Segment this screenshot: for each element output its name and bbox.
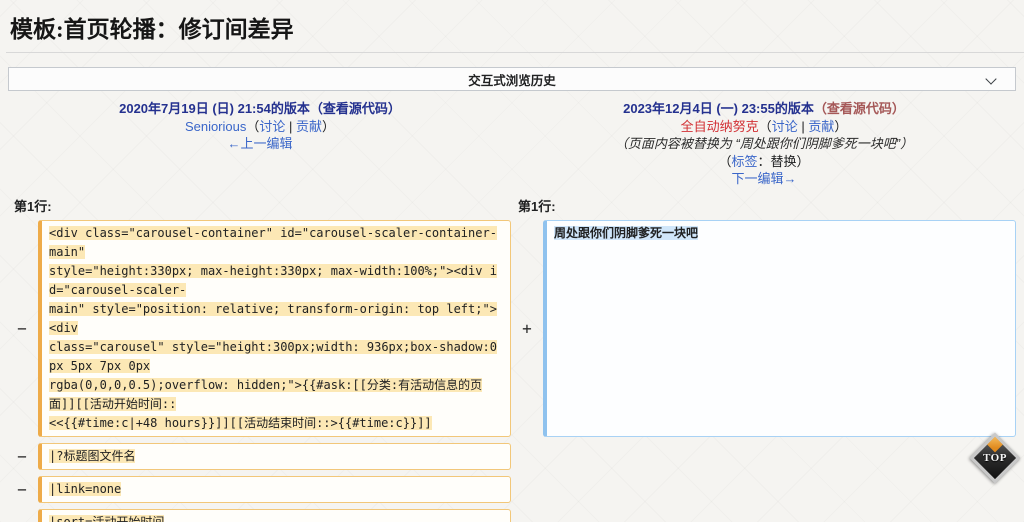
deleted-marker: −	[17, 318, 27, 338]
diff-row: − |?标题图文件名	[8, 442, 1016, 470]
diff-rows-host: −|?标题图文件名−|link=none−|sort=活动开始时间−|order…	[8, 442, 1016, 522]
empty-cell	[543, 476, 1016, 503]
old-user-talk-link[interactable]: 讨论	[259, 119, 285, 134]
empty-cell	[543, 509, 1016, 522]
added-marker: +	[522, 318, 532, 338]
new-revision-date-link[interactable]: 2023年12月4日 (一) 23:55的版本	[623, 101, 814, 116]
new-user-link[interactable]: 全自动纳努克	[681, 119, 759, 134]
paren: （	[718, 153, 732, 169]
deleted-code-box: <div class="carousel-container" id="caro…	[38, 219, 511, 437]
old-view-source-link[interactable]: （查看源代码）	[310, 101, 401, 116]
new-line-header: 第1行:	[518, 198, 556, 214]
diff-header-area: 2020年7月19日 (日) 21:54的版本（查看源代码） Senioriou…	[8, 100, 1016, 188]
separator: |	[797, 118, 809, 134]
diff-row: − |link=none	[8, 475, 1016, 503]
revision-slider-label: 交互式浏览历史	[468, 73, 556, 88]
old-user-contribs-link[interactable]: 贡献	[296, 119, 322, 134]
old-revision-date-link[interactable]: 2020年7月19日 (日) 21:54的版本	[119, 101, 310, 116]
edit-summary: （页面内容被替换为 “周处跟你们阴脚爹死一块吧”）	[614, 136, 914, 151]
new-user-contribs-link[interactable]: 贡献	[808, 119, 834, 134]
colon: ：	[757, 153, 771, 169]
diff-body: 第1行: 第1行: − <div class="carousel-contain…	[8, 196, 1016, 522]
tag-value: 替换	[770, 153, 797, 169]
diff-row-main: − <div class="carousel-container" id="ca…	[8, 219, 1016, 437]
added-line-box: 周处跟你们阴脚爹死一块吧	[543, 219, 1016, 437]
deleted-line-box: |?标题图文件名	[38, 442, 511, 470]
next-edit-link[interactable]: 下一编辑→	[731, 171, 796, 186]
paren: （	[758, 118, 772, 134]
deleted-text: |?标题图文件名	[49, 448, 136, 463]
deleted-line-box: |link=none	[38, 475, 511, 503]
old-line-header: 第1行:	[14, 198, 52, 214]
paren: ）	[834, 118, 848, 134]
deleted-marker: −	[17, 479, 27, 499]
added-text: 周处跟你们阴脚爹死一块吧	[554, 225, 699, 240]
top-button-label: TOP	[983, 452, 1007, 464]
paren: ）	[796, 153, 810, 169]
back-to-top-button[interactable]: TOP	[969, 432, 1021, 484]
old-user-link[interactable]: Seniorious	[185, 119, 246, 134]
deleted-marker: −	[17, 512, 27, 522]
old-revision-header: 2020年7月19日 (日) 21:54的版本（查看源代码） Senioriou…	[8, 100, 512, 188]
previous-edit-link[interactable]: ←上一编辑	[227, 136, 292, 151]
deleted-line-box: |sort=活动开始时间	[38, 508, 511, 522]
deleted-text: |link=none	[49, 481, 122, 496]
new-view-source-link[interactable]: （查看源代码）	[814, 101, 905, 116]
diff-page: 模板:首页轮播：修订间差异 交互式浏览历史 2020年7月19日 (日) 21:…	[0, 0, 1024, 522]
paren: ）	[322, 118, 336, 134]
deleted-marker: −	[17, 446, 27, 466]
empty-cell	[543, 443, 1016, 470]
paren: （	[246, 118, 260, 134]
line-header-row: 第1行: 第1行:	[8, 196, 1016, 215]
new-user-talk-link[interactable]: 讨论	[772, 119, 798, 134]
deleted-text: |sort=活动开始时间	[49, 514, 165, 522]
page-title: 模板:首页轮播：修订间差异	[6, 8, 1024, 53]
chevron-down-icon[interactable]	[985, 73, 997, 85]
separator: |	[285, 118, 297, 134]
new-revision-header: 2023年12月4日 (一) 23:55的版本（查看源代码） 全自动纳努克（讨论…	[512, 100, 1016, 188]
revision-slider-toggle[interactable]: 交互式浏览历史	[8, 67, 1016, 91]
diff-row: − |sort=活动开始时间	[8, 508, 1016, 522]
tags-link[interactable]: 标签	[731, 154, 757, 169]
